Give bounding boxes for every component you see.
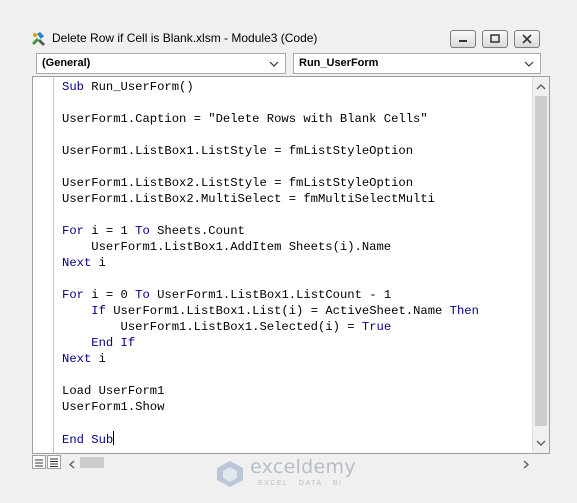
code-keyword: Next — [62, 352, 92, 366]
vertical-scrollbar[interactable] — [532, 77, 549, 453]
scroll-up-arrow-icon[interactable] — [533, 79, 549, 95]
code-editor[interactable]: Sub Run_UserForm() UserForm1.Caption = "D… — [32, 76, 550, 454]
code-keyword: To — [135, 224, 150, 238]
code-line[interactable]: For i = 0 To UserForm1.ListBox1.ListCoun… — [62, 287, 530, 303]
window-title: Delete Row if Cell is Blank.xlsm - Modul… — [52, 31, 318, 45]
code-keyword: True — [361, 320, 392, 334]
code-line[interactable] — [62, 367, 530, 383]
watermark-tagline: EXCEL · DATA · BI — [258, 480, 343, 487]
code-keyword: For — [62, 288, 84, 302]
close-icon — [522, 34, 532, 44]
minimize-icon — [459, 40, 467, 42]
code-token: Sheets.Count — [149, 224, 245, 238]
maximize-button[interactable] — [482, 30, 508, 48]
close-button[interactable] — [514, 30, 540, 48]
title-bar[interactable]: Delete Row if Cell is Blank.xlsm - Modul… — [24, 26, 554, 52]
code-token: UserForm1.Caption = "Delete Rows with Bl… — [62, 112, 428, 126]
maximize-icon — [490, 34, 500, 43]
object-dropdown-value: (General) — [42, 57, 91, 69]
code-token: i = 0 — [83, 288, 136, 302]
code-token: i — [91, 352, 106, 366]
code-line[interactable] — [62, 95, 530, 111]
code-line[interactable]: Next i — [62, 351, 530, 367]
code-token: UserForm1.ListBox1.Selected(i) = — [62, 320, 362, 334]
full-module-view-icon — [50, 458, 58, 467]
code-keyword: To — [135, 288, 150, 302]
code-line[interactable]: UserForm1.ListBox1.Selected(i) = True — [62, 319, 530, 335]
code-line[interactable]: UserForm1.ListBox1.AddItem Sheets(i).Nam… — [62, 239, 530, 255]
watermark: exceldemy EXCEL · DATA · BI — [214, 456, 364, 496]
procedure-dropdown[interactable]: Run_UserForm — [293, 53, 541, 74]
code-keyword: Next — [62, 256, 92, 270]
chevron-down-icon — [269, 59, 279, 71]
code-line[interactable]: UserForm1.Show — [62, 399, 530, 415]
margin-indicator-bar[interactable] — [33, 77, 54, 453]
code-line[interactable] — [62, 207, 530, 223]
code-keyword: Sub — [62, 80, 84, 94]
procedure-view-button[interactable] — [32, 455, 46, 469]
code-token: UserForm1.ListBox2.MultiSelect = fmMulti… — [62, 192, 435, 206]
code-keyword: End Sub — [62, 433, 114, 447]
code-token: UserForm1.ListBox1.ListStyle = fmListSty… — [62, 144, 414, 158]
vba-code-window: Delete Row if Cell is Blank.xlsm - Modul… — [0, 0, 577, 503]
code-token: UserForm1.Show — [62, 400, 165, 414]
code-line[interactable]: Load UserForm1 — [62, 383, 530, 399]
watermark-name: exceldemy — [250, 456, 356, 478]
exceldemy-logo-icon — [217, 461, 243, 487]
code-token: UserForm1.ListBox1.ListCount - 1 — [149, 288, 392, 302]
code-line[interactable]: UserForm1.ListBox2.ListStyle = fmListSty… — [62, 175, 530, 191]
code-line[interactable]: For i = 1 To Sheets.Count — [62, 223, 530, 239]
code-token: Load UserForm1 — [62, 384, 165, 398]
code-keyword: For — [62, 224, 84, 238]
vertical-scroll-thumb[interactable] — [535, 96, 547, 426]
horizontal-scroll-thumb[interactable] — [80, 457, 104, 468]
code-token: UserForm1.ListBox2.ListStyle = fmListSty… — [62, 176, 414, 190]
code-line[interactable]: Next i — [62, 255, 530, 271]
procedure-dropdown-value: Run_UserForm — [299, 57, 379, 69]
code-line[interactable]: UserForm1.ListBox2.MultiSelect = fmMulti… — [62, 191, 530, 207]
code-line[interactable]: If UserForm1.ListBox1.List(i) = ActiveSh… — [62, 303, 530, 319]
code-token: i = 1 — [83, 224, 136, 238]
code-line[interactable]: End Sub — [62, 431, 530, 447]
full-module-view-button[interactable] — [47, 455, 61, 469]
code-line[interactable] — [62, 127, 530, 143]
code-line[interactable] — [62, 271, 530, 287]
code-line[interactable]: End If — [62, 335, 530, 351]
code-keyword: If — [91, 304, 106, 318]
scroll-left-arrow-icon[interactable] — [67, 457, 77, 475]
code-token: Run_UserForm() — [83, 80, 194, 94]
code-line[interactable]: Sub Run_UserForm() — [62, 79, 530, 95]
scroll-right-arrow-icon[interactable] — [521, 457, 531, 475]
code-token: i — [91, 256, 106, 270]
code-line[interactable]: UserForm1.Caption = "Delete Rows with Bl… — [62, 111, 530, 127]
code-keyword: End If — [91, 336, 136, 350]
object-dropdown[interactable]: (General) — [36, 53, 286, 74]
scroll-down-arrow-icon[interactable] — [533, 435, 549, 451]
minimize-button[interactable] — [450, 30, 476, 48]
code-token: UserForm1.ListBox1.List(i) = ActiveSheet… — [105, 304, 450, 318]
vba-module-icon — [30, 30, 48, 48]
procedure-view-icon — [35, 459, 43, 467]
code-keyword: Then — [449, 304, 479, 318]
code-line[interactable] — [62, 159, 530, 175]
text-caret — [113, 431, 115, 445]
code-token: UserForm1.ListBox1.AddItem Sheets(i).Nam… — [62, 240, 392, 254]
code-line[interactable]: UserForm1.ListBox1.ListStyle = fmListSty… — [62, 143, 530, 159]
code-line[interactable] — [62, 415, 530, 431]
code-text[interactable]: Sub Run_UserForm() UserForm1.Caption = "D… — [62, 79, 530, 447]
chevron-down-icon — [524, 59, 534, 71]
